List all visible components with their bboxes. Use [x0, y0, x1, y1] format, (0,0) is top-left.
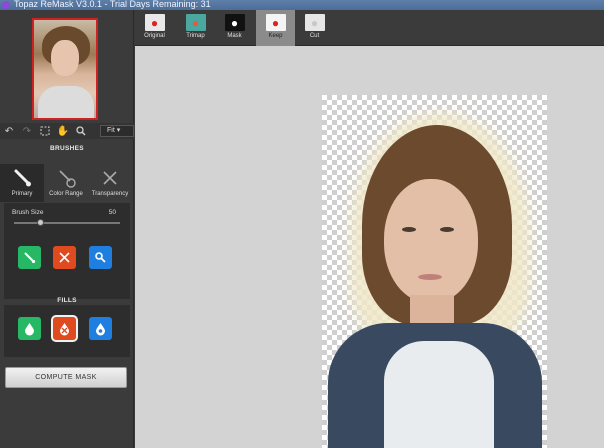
image-canvas[interactable] [135, 46, 604, 448]
cut-fill-icon [60, 323, 69, 336]
tab-label: Primary [11, 191, 33, 197]
view-tabs-bar: ● Original ● Trimap ● Mask ● Keep ● Cut [135, 10, 604, 46]
masked-photo[interactable] [322, 95, 547, 448]
hand-pan-icon[interactable]: ✋ [56, 124, 70, 138]
tab-label: Color Range [49, 191, 83, 197]
tab-trimap[interactable]: ● Trimap [176, 10, 215, 46]
brush-size-label: Brush Size [12, 209, 44, 216]
sidebar: ↶ ↷ ✋ Fit ▾ BRUSHES Primary Color Range … [0, 10, 134, 448]
tab-label: Transparency [91, 191, 129, 197]
compute-fill-icon [96, 323, 105, 336]
keep-brush-button[interactable] [18, 246, 41, 269]
apple-keep-icon: ● [265, 14, 286, 31]
navigator-thumbnail[interactable] [32, 18, 98, 120]
fills-title: FILLS [57, 297, 77, 304]
tab-label: Trimap [186, 33, 205, 39]
zoom-fit-select[interactable]: Fit ▾ [100, 125, 134, 137]
apple-mask-icon: ● [224, 14, 245, 31]
transparency-brush-icon [103, 171, 117, 185]
tab-transparency-brush[interactable]: Transparency [88, 164, 132, 202]
title-bar: Topaz ReMask V3.0.1 - Trial Days Remaini… [0, 0, 604, 10]
paintbrush-icon [14, 169, 31, 187]
zoom-icon[interactable] [74, 124, 88, 138]
window-title: Topaz ReMask V3.0.1 - Trial Days Remaini… [14, 0, 211, 9]
keep-brush-icon [24, 252, 36, 264]
brush-tabs: Primary Color Range Transparency [0, 164, 134, 202]
tool-row: ↶ ↷ ✋ Fit ▾ [0, 123, 134, 139]
tab-primary-brush[interactable]: Primary [0, 164, 44, 202]
brush-size-slider-thumb[interactable] [37, 219, 44, 226]
undo-icon[interactable]: ↶ [2, 124, 16, 138]
apple-cut-icon: ● [304, 14, 325, 31]
tab-label: Cut [309, 33, 320, 39]
fills-panel [4, 305, 130, 357]
cut-brush-button[interactable] [53, 246, 76, 269]
cut-fill-button[interactable] [53, 317, 76, 340]
tab-label: Keep [268, 33, 283, 39]
keep-fill-icon [25, 323, 34, 336]
keep-fill-button[interactable] [18, 317, 41, 340]
brush-size-panel: Brush Size 50 [4, 203, 130, 299]
brushes-title: BRUSHES [50, 145, 84, 152]
brush-size-value: 50 [108, 209, 116, 216]
tab-color-range-brush[interactable]: Color Range [44, 164, 88, 202]
brush-size-slider[interactable] [14, 222, 120, 224]
tab-label: Original [144, 33, 165, 39]
compute-brush-icon [95, 252, 106, 263]
compute-brush-button[interactable] [89, 246, 112, 269]
compute-mask-button[interactable]: COMPUTE MASK [5, 367, 127, 388]
tab-label: Mask [227, 33, 242, 39]
compute-fill-button[interactable] [89, 317, 112, 340]
tab-cut[interactable]: ● Cut [295, 10, 334, 46]
marquee-select-icon[interactable] [38, 124, 52, 138]
app-logo-icon [2, 1, 10, 9]
color-range-brush-icon [59, 170, 76, 188]
tab-original[interactable]: ● Original [135, 10, 174, 46]
apple-original-icon: ● [144, 14, 165, 31]
tab-keep[interactable]: ● Keep [256, 10, 295, 46]
tab-mask[interactable]: ● Mask [215, 10, 254, 46]
apple-trimap-icon: ● [185, 14, 206, 31]
redo-icon[interactable]: ↷ [20, 124, 34, 138]
cut-brush-icon [59, 252, 70, 263]
